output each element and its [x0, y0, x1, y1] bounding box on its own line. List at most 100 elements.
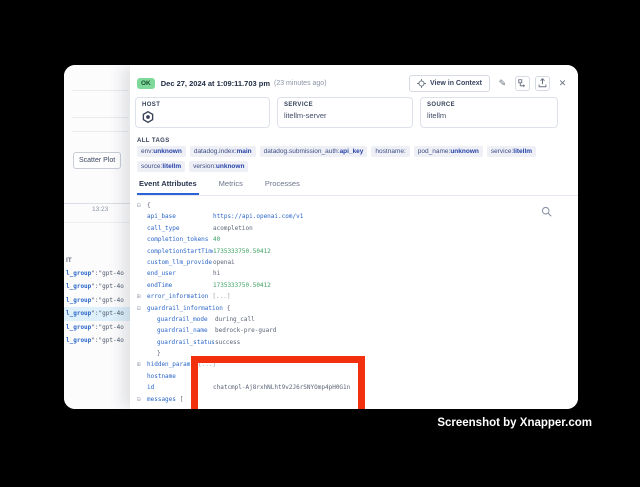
attribute-key: guardrail_name — [157, 325, 215, 336]
background-app-pane: Scatter Plot 13:23 IT l_group":"gpt-4o l… — [64, 65, 130, 409]
summary-cards: HOST SERVICE litellm-server SOURCE litel… — [135, 97, 558, 128]
expand-icon[interactable] — [137, 359, 147, 370]
attribute-key: custom_llm_provider — [147, 257, 213, 268]
list-item[interactable]: l_group":"gpt-4o — [64, 294, 130, 307]
tag-value: unknown — [450, 148, 479, 155]
attribute-key: completionStartTime — [147, 246, 213, 257]
attribute-row-object: guardrail_information{ — [137, 303, 564, 314]
host-card[interactable]: HOST — [135, 97, 270, 128]
tag-value: unknown — [153, 148, 182, 155]
source-card-label: SOURCE — [427, 102, 551, 108]
tab-event-attributes[interactable]: Event Attributes — [137, 175, 199, 195]
tab-metrics[interactable]: Metrics — [217, 175, 245, 195]
list-item[interactable]: l_group":"gpt-4o — [64, 280, 130, 293]
list-item[interactable]: l_group":"gpt-4o — [64, 321, 130, 334]
highlight-annotation-box — [191, 356, 365, 409]
view-in-context-button[interactable]: View in Context — [409, 75, 490, 92]
list-item-selected[interactable]: l_group":"gpt-4o — [64, 307, 130, 320]
attribute-key: messages — [147, 394, 176, 405]
open-brace: { — [147, 200, 151, 211]
tag-pill[interactable]: servicelitellm — [487, 146, 536, 157]
list-item-text: ":"gpt-4o — [91, 310, 124, 317]
attribute-key: endTime — [147, 280, 213, 291]
tag-pill[interactable]: versionunknown — [189, 161, 248, 172]
service-card[interactable]: SERVICE litellm-server — [277, 97, 413, 128]
list-item-key: l_group — [66, 324, 91, 331]
upload-icon — [538, 78, 547, 88]
service-card-value: litellm-server — [284, 111, 406, 120]
edit-icon[interactable]: ✎ — [495, 76, 510, 91]
attribute-key: hidden_params — [147, 359, 194, 370]
app-window: Scatter Plot 13:23 IT l_group":"gpt-4o l… — [64, 65, 578, 409]
tag-value: litellm — [513, 148, 532, 155]
attribute-value: acompletion — [213, 223, 253, 234]
source-card-value: litellm — [427, 111, 551, 120]
attribute-value: 40 — [213, 234, 220, 245]
attribute-row-collapsed: error_information[...] — [137, 291, 564, 302]
event-time-ago: (23 minutes ago) — [274, 80, 327, 87]
tag-pill[interactable]: envunknown — [137, 146, 186, 157]
crosshair-icon — [417, 79, 426, 88]
open-brace: { — [227, 303, 231, 314]
expand-icon[interactable] — [137, 291, 147, 302]
attribute-key: api_base — [147, 211, 213, 222]
tag-key: hostname — [375, 148, 405, 155]
tag-key: datadog.submission_auth — [264, 148, 340, 155]
tag-value: main — [236, 148, 251, 155]
tab-processes[interactable]: Processes — [263, 175, 302, 195]
attribute-row: guardrail_namebedrock-pre-guard — [137, 325, 564, 336]
list-item-text: ":"gpt-4o — [91, 283, 124, 290]
close-brace: } — [157, 348, 161, 359]
chart-axis-line — [64, 203, 130, 204]
divider — [72, 131, 128, 132]
attribute-key: guardrail_status — [157, 337, 215, 348]
collapse-icon[interactable] — [137, 394, 147, 405]
tag-pill[interactable]: datadog.indexmain — [190, 146, 256, 157]
attribute-value: 1735333750.50412 — [213, 280, 271, 291]
attribute-value: 1735333750.50412 — [213, 246, 271, 257]
export-icon[interactable] — [535, 76, 550, 91]
close-icon[interactable]: ✕ — [555, 76, 570, 91]
list-item[interactable]: l_group":"gpt-4o — [64, 334, 130, 347]
attribute-row: endTime1735333750.50412 — [137, 280, 564, 291]
attribute-row: call_typeacompletion — [137, 223, 564, 234]
tag-pill[interactable]: datadog.submission_authapi_key — [260, 146, 368, 157]
scatter-plot-button[interactable]: Scatter Plot — [73, 152, 121, 169]
related-traces-icon[interactable] — [515, 76, 530, 91]
tag-key: source — [141, 163, 162, 170]
attribute-value: bedrock-pre-guard — [215, 325, 276, 336]
attribute-key: error_information — [147, 291, 208, 302]
list-item-text: ":"gpt-4o — [91, 270, 124, 277]
event-header: OK Dec 27, 2024 at 1:09:11.703 pm (23 mi… — [137, 74, 570, 92]
tag-key: datadog.index — [194, 148, 237, 155]
all-tags-label: ALL TAGS — [137, 138, 170, 144]
attribute-value: during_call — [215, 314, 255, 325]
event-list: l_group":"gpt-4o l_group":"gpt-4o l_grou… — [64, 267, 130, 347]
tag-pill[interactable]: pod_nameunknown — [414, 146, 483, 157]
tag-pill[interactable]: sourcelitellm — [137, 161, 185, 172]
list-item-text: ":"gpt-4o — [91, 324, 124, 331]
trace-branch-icon — [518, 79, 527, 88]
divider — [64, 222, 130, 223]
json-root-row: { — [137, 200, 564, 211]
collapse-icon[interactable] — [137, 303, 147, 314]
attribute-value: success — [215, 337, 240, 348]
attribute-value-link[interactable]: https://api.openai.com/v1 — [213, 211, 303, 222]
tab-bar: Event Attributes Metrics Processes — [137, 175, 578, 196]
list-item-text: ":"gpt-4o — [91, 297, 124, 304]
list-item[interactable]: l_group":"gpt-4o — [64, 267, 130, 280]
source-card[interactable]: SOURCE litellm — [420, 97, 558, 128]
attribute-key: end_user — [147, 268, 213, 279]
attribute-row: custom_llm_provideropenai — [137, 257, 564, 268]
attribute-row: end_userhi — [137, 268, 564, 279]
list-item-key: l_group — [66, 297, 91, 304]
tag-value: litellm — [162, 163, 181, 170]
service-card-label: SERVICE — [284, 102, 406, 108]
tag-pill[interactable]: hostname — [371, 146, 409, 157]
collapse-icon[interactable] — [137, 200, 147, 211]
attribute-value: hi — [213, 268, 220, 279]
attribute-value: openai — [213, 257, 235, 268]
list-item-key: l_group — [66, 337, 91, 344]
attribute-key: completion_tokens — [147, 234, 213, 245]
attribute-key: guardrail_mode — [157, 314, 215, 325]
